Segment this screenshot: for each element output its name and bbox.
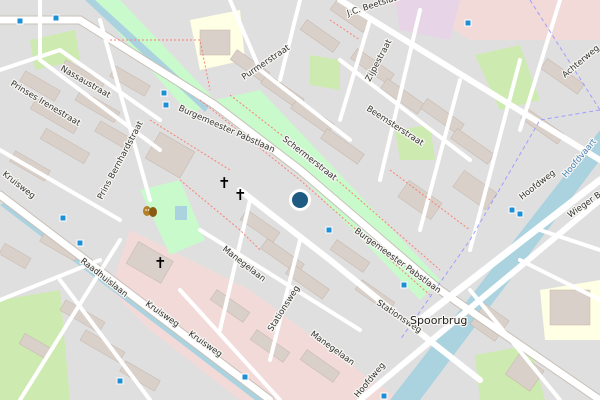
grass-area-1 bbox=[310, 55, 340, 90]
map-canvas[interactable]: ✝ ✝ ✝ Nassaustraat Prinses Irenestraat P… bbox=[0, 0, 600, 400]
cross-icon: ✝ bbox=[218, 174, 231, 192]
location-marker-dot[interactable] bbox=[292, 192, 308, 208]
place-label: Spoorbrug bbox=[410, 314, 467, 327]
cross-icon: ✝ bbox=[234, 186, 247, 204]
pond bbox=[175, 206, 187, 220]
cross-icon: ✝ bbox=[154, 254, 167, 272]
map-svg[interactable]: ✝ ✝ ✝ Nassaustraat Prinses Irenestraat P… bbox=[0, 0, 600, 400]
